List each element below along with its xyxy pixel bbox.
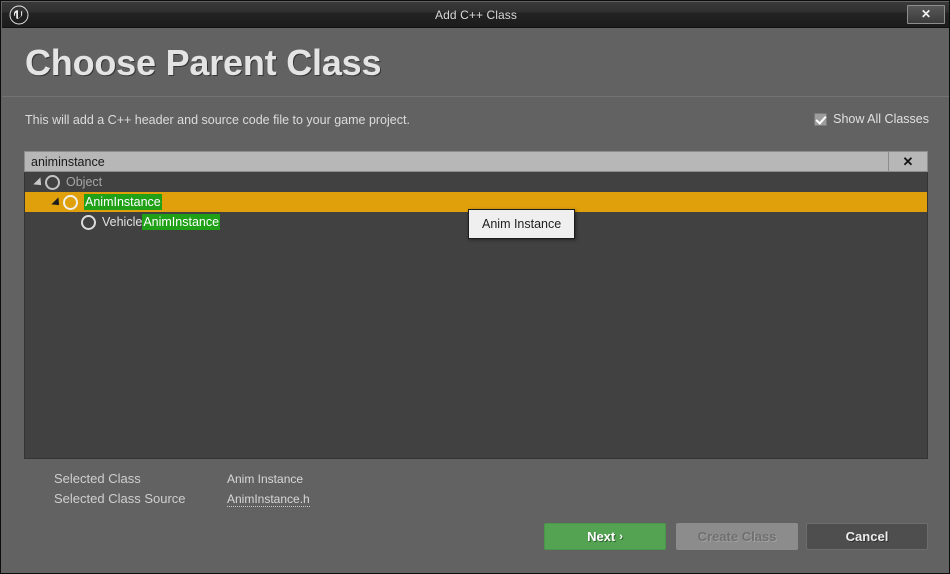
selected-class-info: Selected Class Anim Instance Selected Cl…	[54, 471, 310, 511]
window-title: Add C++ Class	[434, 8, 517, 22]
search-match-highlight: AnimInstance	[142, 214, 221, 230]
class-circle-icon	[45, 174, 60, 190]
class-circle-icon	[81, 214, 96, 230]
page-title: Choose Parent Class	[25, 42, 382, 83]
show-all-classes-label: Show All Classes	[833, 112, 929, 126]
tree-row[interactable]: Object	[25, 172, 927, 192]
next-button-label: Next	[587, 529, 616, 544]
description-text: This will add a C++ header and source co…	[25, 113, 410, 127]
search-input[interactable]	[24, 151, 888, 172]
tree-row-label: VehicleAnimInstance	[102, 214, 221, 230]
tree-row-label-prefix: Object	[66, 175, 103, 189]
unreal-engine-logo-icon	[6, 3, 32, 27]
expander-triangle-icon[interactable]	[33, 172, 45, 192]
selected-class-source-link[interactable]: AnimInstance.h	[227, 492, 310, 507]
title-bar: Add C++ Class ✕	[2, 2, 949, 28]
close-icon[interactable]: ✕	[907, 5, 945, 24]
checkbox-checked-icon[interactable]	[814, 112, 828, 126]
clear-search-icon[interactable]: ✕	[888, 151, 928, 172]
show-all-classes-checkbox[interactable]: Show All Classes	[814, 112, 929, 126]
cancel-button-label: Cancel	[845, 529, 889, 544]
triangle-icon	[51, 197, 63, 209]
create-class-button-label: Create Class	[697, 529, 777, 544]
header-area: Choose Parent Class	[2, 28, 949, 97]
selected-class-value: Anim Instance	[227, 472, 304, 486]
description-row: This will add a C++ header and source co…	[2, 98, 949, 144]
cancel-button[interactable]: Cancel	[806, 523, 928, 550]
class-tooltip: Anim Instance	[468, 209, 576, 239]
tree-row-label: AnimInstance	[84, 194, 162, 210]
selected-class-row: Selected Class Anim Instance	[54, 471, 310, 491]
next-button[interactable]: Next ›	[544, 523, 666, 550]
selected-class-label: Selected Class	[54, 471, 141, 486]
tree-row-label-prefix: Vehicle	[102, 215, 143, 229]
selected-class-source-label: Selected Class Source	[54, 491, 186, 506]
class-circle-icon	[63, 194, 78, 210]
search-row: ✕	[24, 151, 928, 172]
selected-class-source-row: Selected Class Source AnimInstance.h	[54, 491, 310, 511]
triangle-icon	[33, 177, 45, 189]
tree-row-label: Object	[66, 175, 102, 189]
chevron-right-icon: ›	[619, 530, 623, 543]
create-class-button[interactable]: Create Class	[676, 523, 798, 550]
search-match-highlight: AnimInstance	[84, 194, 162, 210]
footer-button-bar: Next › Create Class Cancel	[2, 521, 949, 573]
add-cpp-class-dialog: Add C++ Class ✕ Choose Parent Class This…	[0, 0, 950, 574]
expander-triangle-icon[interactable]	[51, 192, 63, 212]
